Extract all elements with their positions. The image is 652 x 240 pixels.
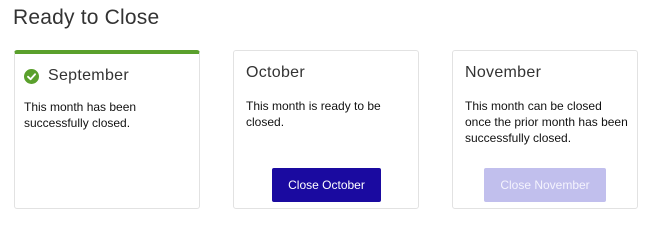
card-description: This month has been successfully closed. xyxy=(24,100,137,130)
card-header: October xyxy=(246,64,305,82)
card-title: November xyxy=(465,64,542,81)
card-header: November xyxy=(465,64,541,82)
close-november-button[interactable]: Close November xyxy=(484,168,606,202)
month-card-november: November This month can be closed once t… xyxy=(452,50,638,209)
card-header: September xyxy=(24,67,129,85)
card-title: September xyxy=(48,67,129,84)
close-october-button[interactable]: Close October xyxy=(272,168,381,202)
check-circle-icon xyxy=(24,68,39,84)
ready-to-close-page: Ready to Close September This month has … xyxy=(0,0,652,222)
card-description: This month can be closed once the prior … xyxy=(465,99,628,145)
card-title: October xyxy=(246,64,306,81)
month-card-october: October This month is ready to be closed… xyxy=(233,50,419,209)
month-card-september: September This month has been successful… xyxy=(14,50,200,209)
card-description: This month is ready to be closed. xyxy=(246,99,381,129)
page-title: Ready to Close xyxy=(13,6,160,29)
